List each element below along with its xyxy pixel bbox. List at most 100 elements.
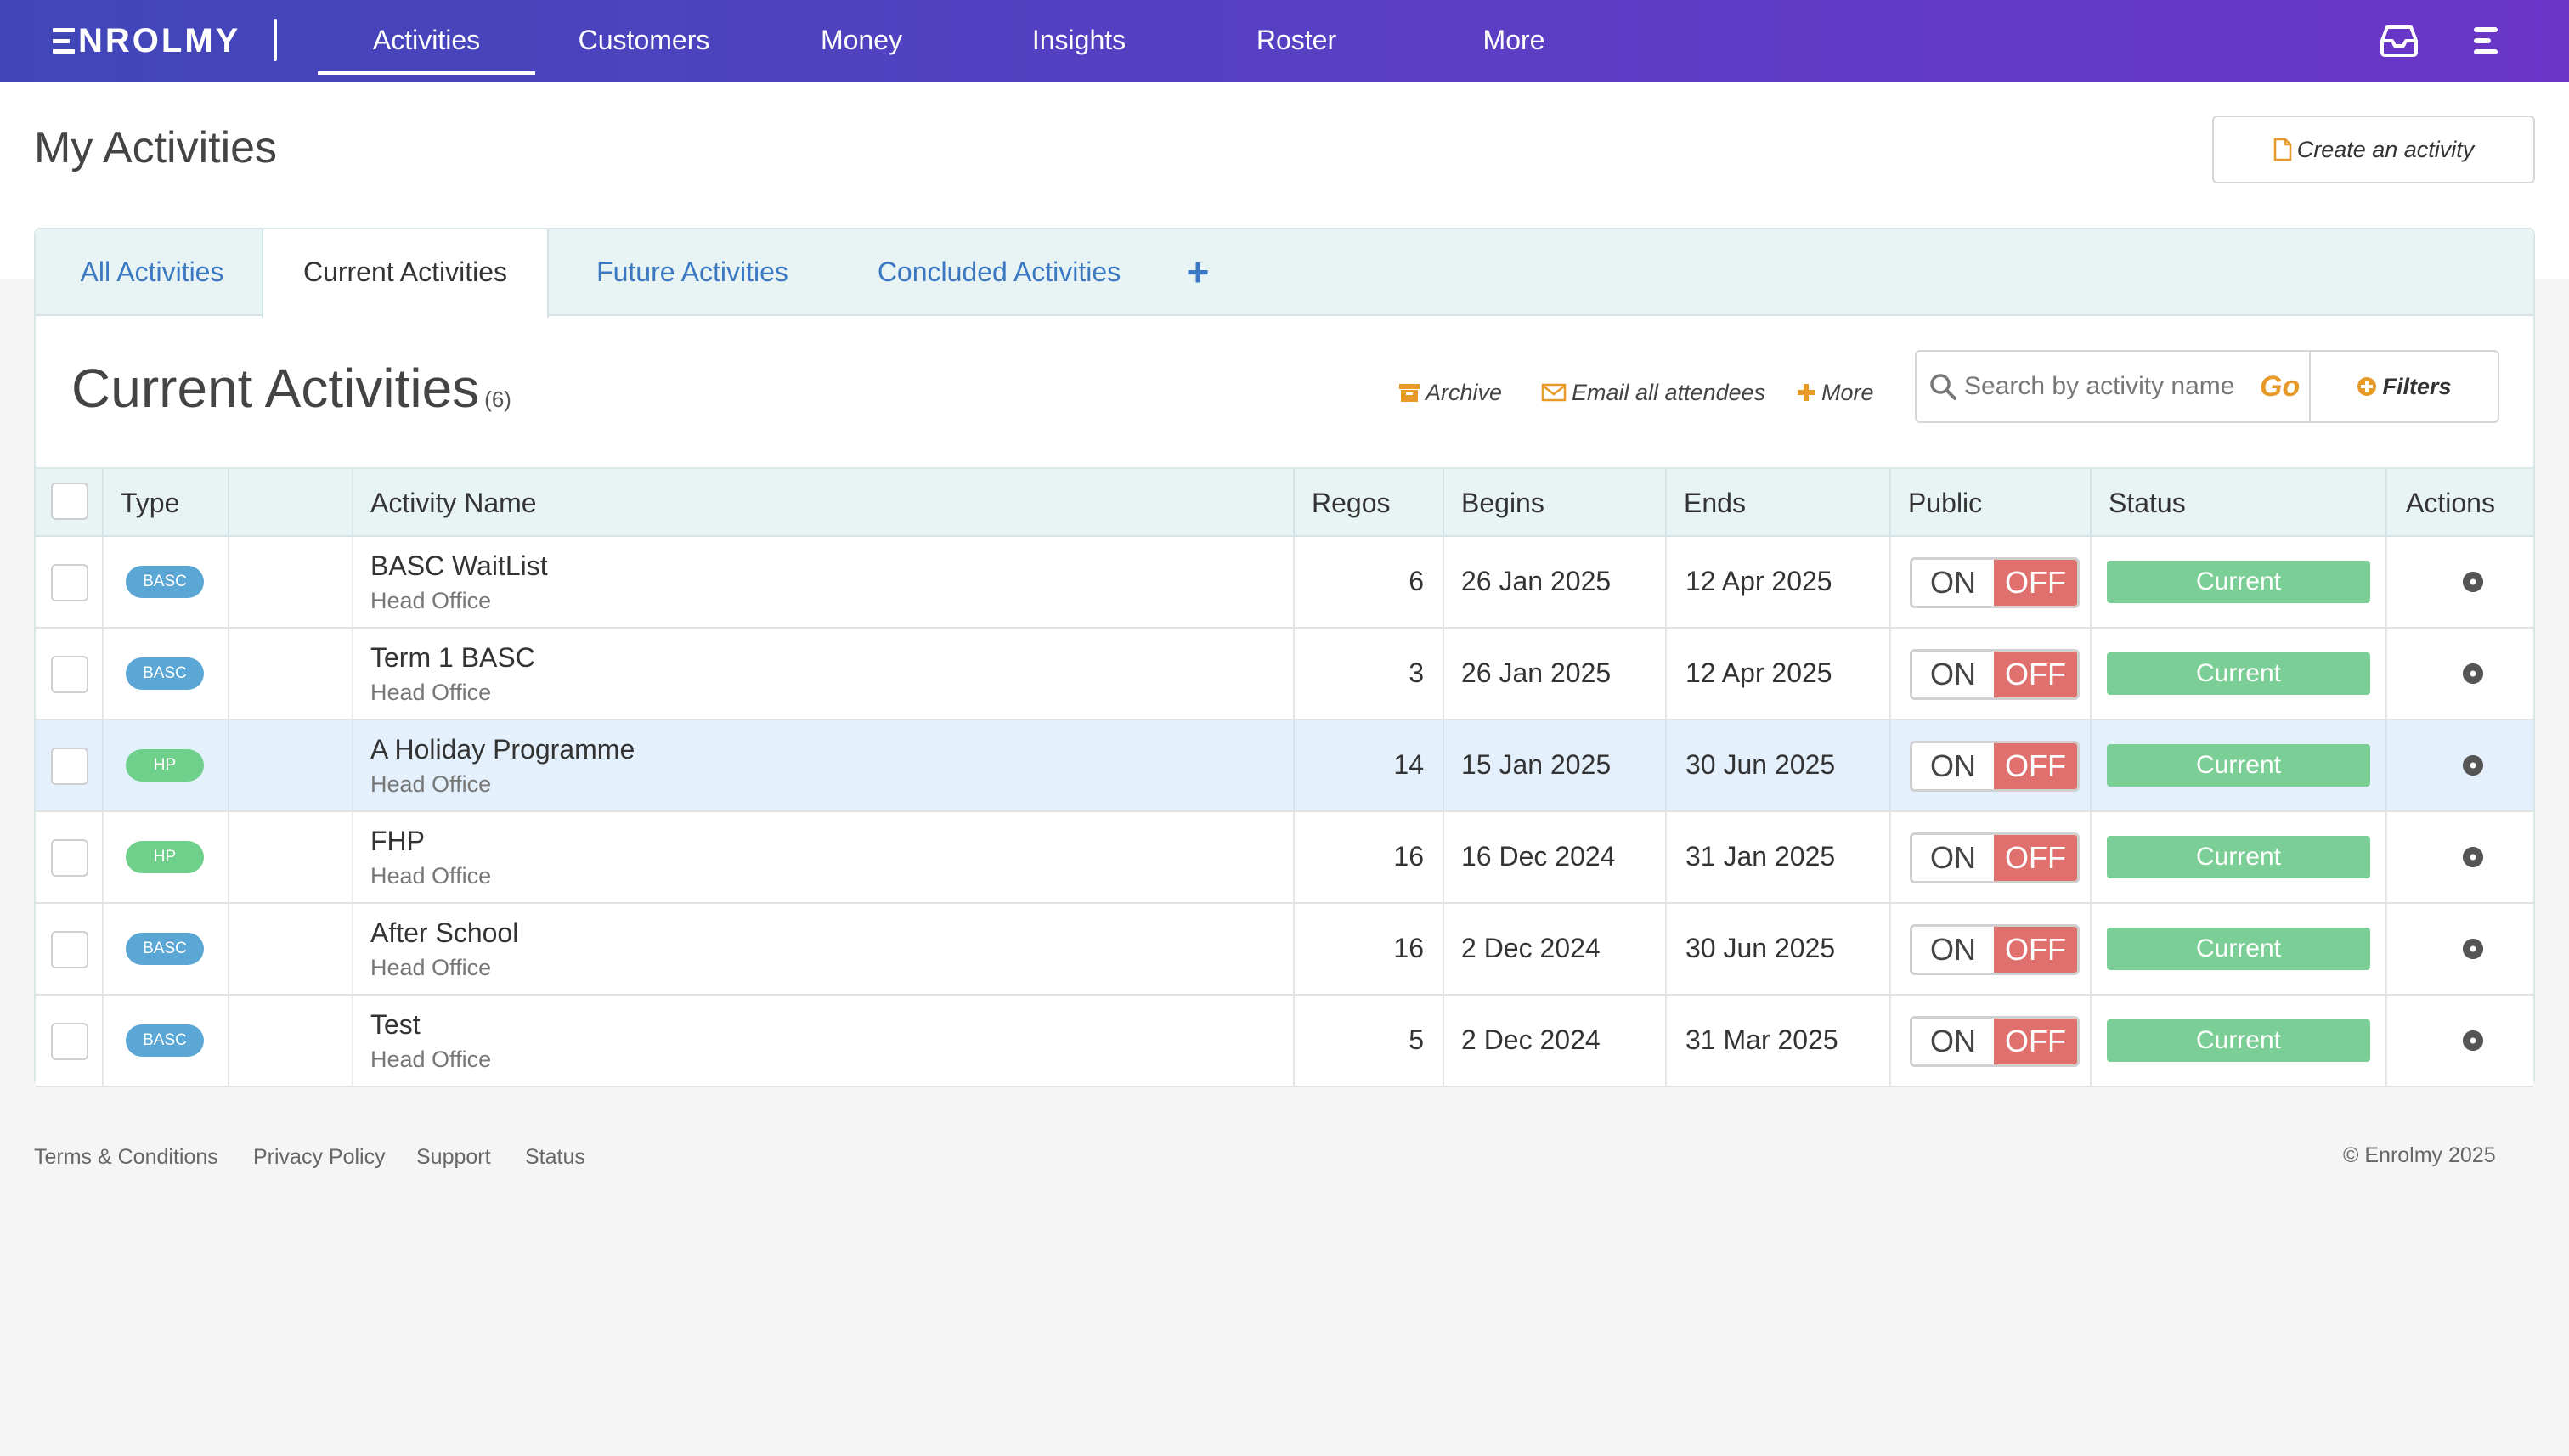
type-badge: BASC [126,657,204,690]
table-row[interactable]: BASC BASC WaitList Head Office 6 26 Jan 2025… [36,537,2533,629]
table-row[interactable]: HP FHP Head Office 16 16 Dec 2024 31 Jan 2025… [36,812,2533,904]
activity-name[interactable]: Term 1 BASC [370,642,535,674]
nav-money[interactable]: Money [753,0,970,82]
column-separator [2090,469,2092,537]
enrolmy-logo[interactable]: NROLMY [53,22,240,59]
search-box: Go [1915,350,2309,423]
activity-name[interactable]: A Holiday Programme [370,734,635,765]
activity-location: Head Office [370,955,492,980]
filters-button[interactable]: Filters [2309,350,2499,423]
nav-customers[interactable]: Customers [535,0,753,82]
row-checkbox[interactable] [51,931,88,968]
nav-activities[interactable]: Activities [318,0,535,82]
header-regos[interactable]: Regos [1312,469,1391,537]
gear-icon[interactable] [2462,1030,2484,1052]
public-toggle[interactable]: ON OFF [1910,832,2080,883]
activity-name[interactable]: BASC WaitList [370,550,548,582]
column-separator [228,469,229,537]
header-begins[interactable]: Begins [1461,469,1544,537]
menu-icon[interactable] [2467,24,2504,58]
toggle-on-label[interactable]: ON [1912,927,1994,973]
toggle-off-label[interactable]: OFF [1994,560,2077,606]
public-toggle[interactable]: ON OFF [1910,924,2080,975]
row-checkbox[interactable] [51,839,88,877]
toggle-on-label[interactable]: ON [1912,835,1994,881]
footer-status-link[interactable]: Status [525,1145,585,1170]
footer-terms-link[interactable]: Terms & Conditions [34,1145,218,1170]
toggle-off-label[interactable]: OFF [1994,927,2077,973]
gear-icon[interactable] [2462,571,2484,593]
activity-name[interactable]: Test [370,1009,421,1041]
begins-date: 2 Dec 2024 [1461,1024,1601,1055]
toggle-off-label[interactable]: OFF [1994,652,2077,697]
tab-current-activities[interactable]: Current Activities [262,229,549,318]
status-badge: Current [2107,652,2370,695]
public-toggle[interactable]: ON OFF [1910,649,2080,700]
toggle-off-label[interactable]: OFF [1994,835,2077,881]
select-all-checkbox[interactable] [51,483,88,520]
nav-roster[interactable]: Roster [1188,0,1405,82]
column-separator [1293,904,1295,994]
status-badge: Current [2107,1019,2370,1062]
status-badge: Current [2107,744,2370,787]
column-separator [102,537,104,627]
add-tab-button[interactable]: + [1181,252,1215,291]
column-separator [352,629,353,719]
column-separator [352,720,353,810]
inbox-icon[interactable] [2380,24,2418,58]
public-toggle[interactable]: ON OFF [1910,741,2080,792]
nav-more[interactable]: More [1405,0,1623,82]
row-checkbox[interactable] [51,656,88,693]
logo-mark-icon [53,28,75,54]
public-toggle[interactable]: ON OFF [1910,1016,2080,1067]
activity-count: (6) [484,387,511,412]
gear-icon[interactable] [2462,663,2484,685]
go-button[interactable]: Go [2260,370,2300,404]
header-type[interactable]: Type [121,469,179,537]
header-public[interactable]: Public [1908,469,1982,537]
activity-name[interactable]: After School [370,917,518,949]
row-checkbox[interactable] [51,564,88,601]
toggle-on-label[interactable]: ON [1912,560,1994,606]
row-checkbox[interactable] [51,1023,88,1060]
create-activity-button[interactable]: Create an activity [2212,116,2535,183]
type-badge: BASC [126,566,204,598]
gear-icon[interactable] [2462,846,2484,868]
row-checkbox[interactable] [51,748,88,785]
toggle-on-label[interactable]: ON [1912,1019,1994,1064]
tab-future-activities[interactable]: Future Activities [549,229,836,316]
table-row[interactable]: BASC After School Head Office 16 2 Dec 2024 3… [36,904,2533,996]
column-separator [1665,720,1667,810]
table-row[interactable]: HP A Holiday Programme Head Office 14 15 Jan… [36,720,2533,812]
toggle-on-label[interactable]: ON [1912,743,1994,789]
footer-privacy-link[interactable]: Privacy Policy [253,1145,386,1170]
email-all-attendees-link[interactable]: Email all attendees [1541,375,1765,409]
column-separator [2090,812,2092,902]
gear-icon[interactable] [2462,938,2484,960]
table-row[interactable]: BASC Test Head Office 5 2 Dec 2024 31 Mar 202… [36,996,2533,1087]
footer-support-link[interactable]: Support [416,1145,491,1170]
header-activity-name[interactable]: Activity Name [370,469,537,537]
archive-label: Archive [1426,380,1503,405]
table-row[interactable]: BASC Term 1 BASC Head Office 3 26 Jan 2025 12… [36,629,2533,720]
header-ends[interactable]: Ends [1684,469,1746,537]
column-separator [2386,629,2387,719]
public-toggle[interactable]: ON OFF [1910,557,2080,608]
gear-icon[interactable] [2462,754,2484,776]
tab-all-activities[interactable]: All Activities [36,229,268,316]
toggle-on-label[interactable]: ON [1912,652,1994,697]
column-separator [1443,629,1444,719]
copyright: © Enrolmy 2025 [2343,1143,2496,1167]
toggle-off-label[interactable]: OFF [1994,743,2077,789]
toggle-off-label[interactable]: OFF [1994,1019,2077,1064]
column-separator [352,469,353,537]
column-separator [1889,996,1891,1086]
tab-concluded-activities[interactable]: Concluded Activities [836,229,1162,316]
archive-link[interactable]: Archive [1398,375,1502,409]
search-input[interactable] [1964,372,2253,401]
header-status[interactable]: Status [2109,469,2186,537]
regos-count: 14 [1393,749,1424,780]
nav-insights[interactable]: Insights [970,0,1188,82]
activity-name[interactable]: FHP [370,826,425,857]
more-actions-link[interactable]: More [1796,375,1874,409]
